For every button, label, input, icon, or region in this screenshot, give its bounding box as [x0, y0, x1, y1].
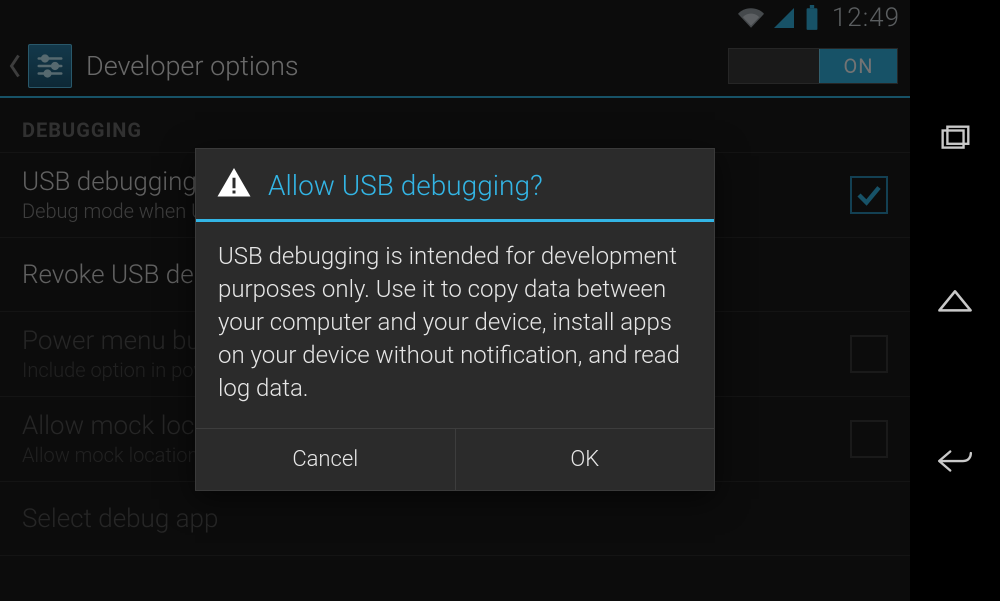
usb-debugging-dialog: Allow USB debugging? USB debugging is in…: [195, 148, 715, 491]
screen: 12:49 Developer options ON DEBUGGING: [0, 0, 910, 601]
warning-icon: [216, 165, 252, 205]
home-button[interactable]: [933, 278, 977, 322]
dialog-title: Allow USB debugging?: [268, 169, 543, 202]
dialog-button-bar: Cancel OK: [196, 428, 714, 490]
cancel-button[interactable]: Cancel: [196, 429, 455, 490]
system-nav-bar: [910, 0, 1000, 601]
dialog-body: USB debugging is intended for developmen…: [196, 222, 714, 428]
dialog-header: Allow USB debugging?: [196, 149, 714, 222]
recent-apps-button[interactable]: [933, 118, 977, 162]
device-frame: 12:49 Developer options ON DEBUGGING: [0, 0, 1000, 601]
back-button[interactable]: [933, 439, 977, 483]
ok-button[interactable]: OK: [455, 429, 715, 490]
